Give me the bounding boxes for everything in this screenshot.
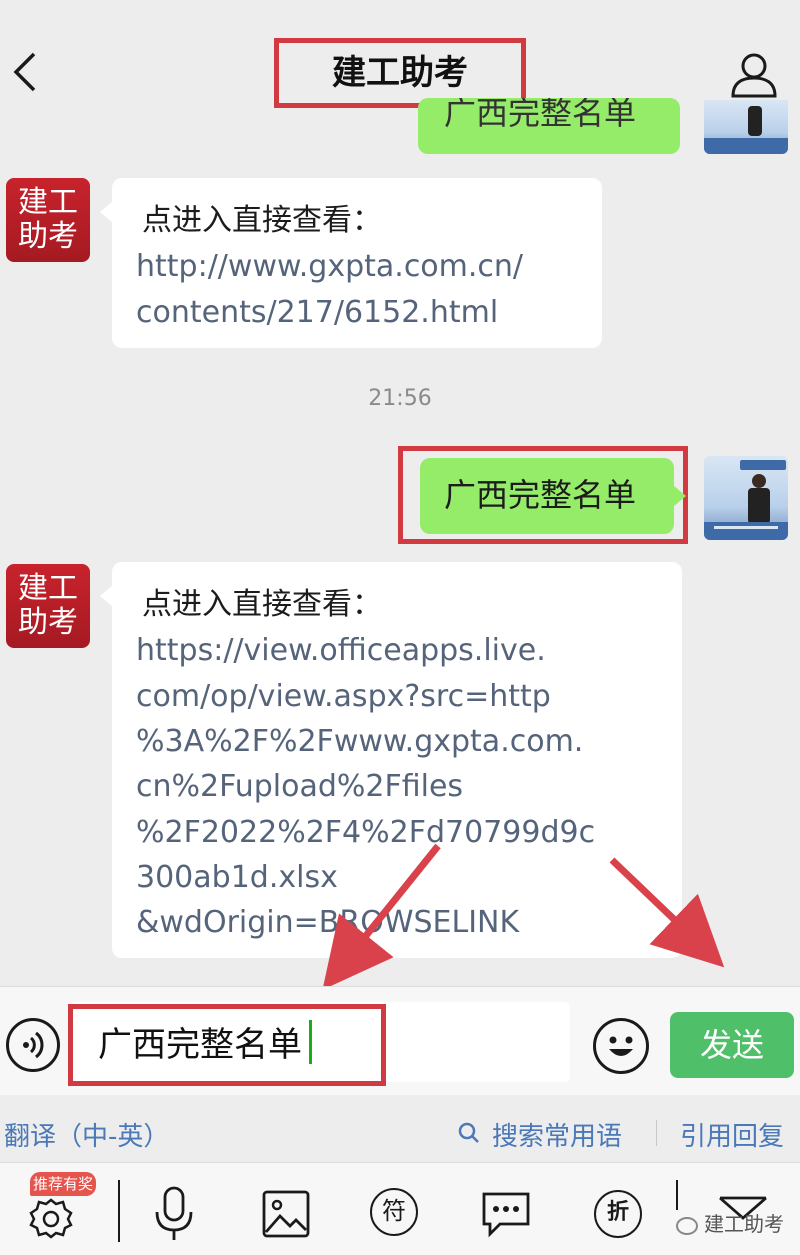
microphone-icon[interactable] — [152, 1186, 196, 1242]
voice-input-button[interactable] — [6, 1018, 60, 1072]
quote-reply-link[interactable]: 引用回复 — [680, 1116, 784, 1153]
more-chat-icon[interactable] — [480, 1190, 532, 1238]
message-input-value: 广西完整名单 — [98, 1025, 302, 1065]
symbol-label: 符 — [382, 1197, 406, 1225]
symbol-button[interactable]: 符 — [370, 1188, 418, 1236]
image-icon[interactable] — [262, 1190, 310, 1238]
watermark: 建工助考 — [676, 1208, 784, 1237]
divider — [656, 1120, 657, 1146]
search-icon — [458, 1122, 479, 1143]
recommend-badge: 推荐有奖 — [30, 1172, 96, 1196]
toolbar-divider — [676, 1180, 678, 1210]
watermark-text: 建工助考 — [704, 1212, 784, 1236]
arrow-to-input — [322, 843, 441, 990]
send-button[interactable]: 发送 — [670, 1012, 794, 1078]
emoji-button[interactable] — [593, 1018, 649, 1074]
text-caret — [309, 1020, 312, 1064]
arrow-to-send — [609, 857, 725, 968]
smiley-icon — [609, 1036, 633, 1056]
translate-link[interactable]: 翻译（中-英） — [4, 1116, 169, 1153]
search-phrases-link[interactable]: 搜索常用语 — [492, 1116, 622, 1153]
discount-label: 折 — [606, 1200, 629, 1225]
quick-action-bar: 翻译（中-英） 搜索常用语 引用回复 — [0, 1102, 800, 1160]
discount-button[interactable]: 折 — [594, 1190, 642, 1238]
watermark-logo-icon — [676, 1216, 698, 1235]
toolbar-divider — [118, 1180, 120, 1242]
settings-icon[interactable] — [26, 1194, 76, 1242]
voice-wave-icon — [23, 1031, 44, 1059]
